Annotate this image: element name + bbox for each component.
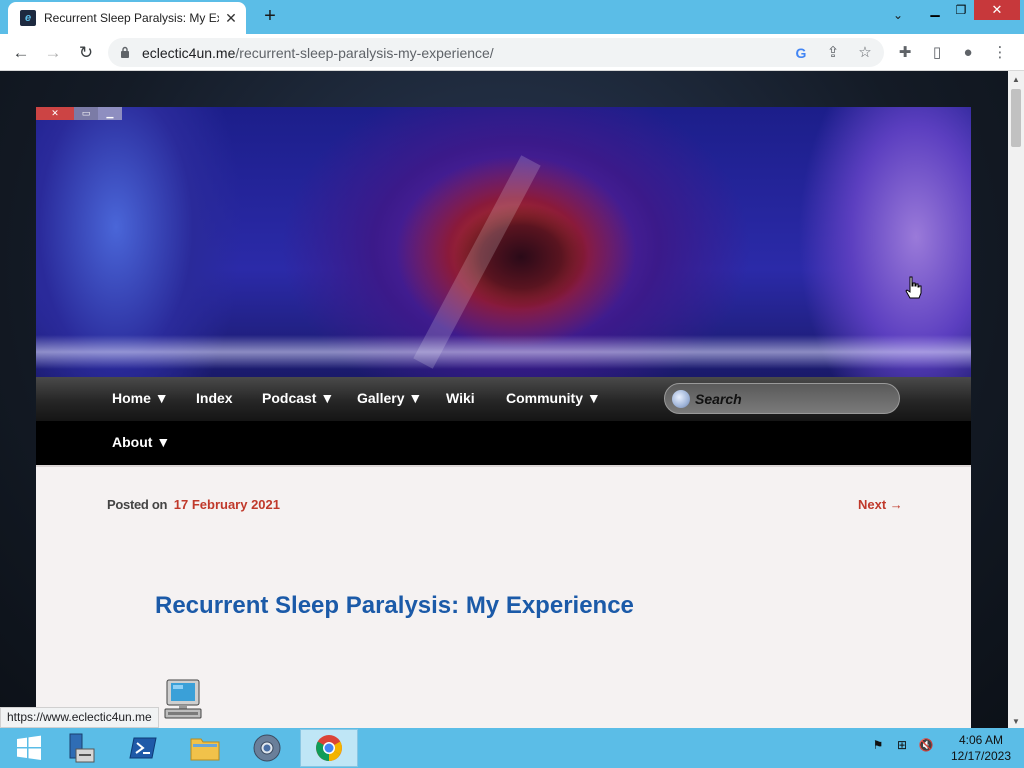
nav-row: Home ▼ Index Podcast ▼ Gallery ▼ Wiki Co… [36, 377, 971, 421]
windows-logo-icon [17, 735, 41, 760]
search-icon [672, 390, 690, 408]
tab-search-chevron-icon[interactable]: ⌄ [888, 8, 908, 26]
taskbar-file-explorer[interactable] [176, 729, 234, 767]
next-post-link[interactable]: Next → [858, 497, 903, 512]
kebab-menu-icon[interactable]: ⋮ [990, 43, 1010, 63]
reload-icon[interactable]: ↻ [75, 42, 97, 64]
address-bar[interactable]: eclectic4un.me/recurrent-sleep-paralysis… [108, 38, 884, 67]
google-lens-icon[interactable]: G [791, 43, 811, 63]
window-close-button[interactable]: ✕ [974, 0, 1020, 20]
volume-muted-icon[interactable]: 🔇 [918, 738, 934, 754]
scroll-down-arrow-icon[interactable]: ▼ [1008, 717, 1024, 726]
post-date-link[interactable]: 17 February 2021 [174, 497, 280, 512]
window-minimize-button[interactable]: ▁ [922, 0, 948, 20]
mouse-hand-cursor-icon [905, 276, 922, 299]
post-title[interactable]: Recurrent Sleep Paralysis: My Experience [155, 592, 634, 620]
decorative-min-icon: ▁ [98, 107, 122, 120]
computer-icon [164, 679, 202, 719]
new-tab-button[interactable]: + [259, 6, 281, 28]
window-restore-button[interactable]: ❐ [948, 0, 974, 20]
nav-item-podcast[interactable]: Podcast ▼ [262, 390, 334, 406]
taskbar-chrome-active[interactable] [300, 729, 358, 767]
header-banner-image: ✕ ▭ ▁ [36, 107, 971, 377]
search-placeholder: Search [695, 391, 742, 407]
banner-glow [36, 335, 971, 369]
bookmark-star-icon[interactable]: ☆ [855, 43, 875, 63]
start-button[interactable] [0, 729, 58, 767]
main-navigation: Home ▼ Index Podcast ▼ Gallery ▼ Wiki Co… [36, 377, 971, 465]
forward-arrow-icon[interactable]: → [42, 42, 64, 64]
site-favicon-icon: e [20, 10, 36, 26]
posted-on-label: Posted on [107, 497, 168, 512]
page-viewport: ✕ ▭ ▁ Home ▼ Index Podcast ▼ Gallery ▼ W… [0, 71, 1008, 728]
nav-item-gallery[interactable]: Gallery ▼ [357, 390, 422, 406]
search-input[interactable]: Search [664, 383, 900, 414]
nav-item-wiki[interactable]: Wiki [446, 390, 475, 406]
tab-close-icon[interactable]: ✕ [223, 10, 239, 27]
nav-item-home[interactable]: Home ▼ [112, 390, 169, 406]
side-panel-icon[interactable]: ▯ [927, 43, 947, 63]
network-icon[interactable]: ⊞ [894, 738, 910, 754]
link-status-bubble: https://www.eclectic4un.me [0, 707, 159, 728]
server-manager-icon [69, 733, 95, 763]
url-text[interactable]: eclectic4un.me/recurrent-sleep-paralysis… [142, 45, 494, 61]
decorative-close-icon: ✕ [36, 107, 74, 120]
lock-icon [121, 46, 129, 58]
decorative-max-icon: ▭ [74, 107, 98, 120]
scrollbar-thumb[interactable] [1011, 89, 1021, 147]
nav-item-index[interactable]: Index [196, 390, 233, 406]
flag-icon[interactable]: ⚑ [870, 738, 886, 754]
scroll-up-arrow-icon[interactable]: ▲ [1008, 75, 1024, 84]
post-content: Posted on 17 February 2021 Next → Recurr… [36, 465, 971, 728]
url-path: /recurrent-sleep-paralysis-my-experience… [235, 45, 494, 61]
site-container: ✕ ▭ ▁ Home ▼ Index Podcast ▼ Gallery ▼ W… [36, 107, 971, 728]
nav-item-community[interactable]: Community ▼ [506, 390, 601, 406]
share-icon[interactable]: ⇪ [823, 43, 843, 63]
back-arrow-icon[interactable]: ← [10, 42, 32, 64]
system-tray: ⚑ ⊞ 🔇 [870, 738, 934, 754]
profile-avatar-icon[interactable]: ● [958, 43, 978, 63]
windows-taskbar: ⚑ ⊞ 🔇 4:06 AM 12/17/2023 [0, 728, 1024, 768]
page-scrollbar[interactable]: ▲ ▼ [1008, 71, 1024, 728]
browser-tab[interactable]: e Recurrent Sleep Paralysis: My Exp ✕ [8, 2, 246, 34]
folder-icon [190, 738, 220, 761]
extensions-puzzle-icon[interactable]: ✚ [895, 43, 915, 63]
chrome-icon [316, 735, 342, 761]
tab-strip: e Recurrent Sleep Paralysis: My Exp ✕ + … [0, 0, 1024, 34]
taskbar-chrome-alt[interactable] [238, 729, 296, 767]
taskbar-server-manager[interactable] [52, 729, 110, 767]
tab-title: Recurrent Sleep Paralysis: My Exp [44, 11, 219, 25]
taskbar-clock[interactable]: 4:06 AM 12/17/2023 [944, 732, 1018, 764]
clock-time: 4:06 AM [958, 733, 1004, 747]
powershell-icon [129, 737, 157, 759]
decorative-window-controls: ✕ ▭ ▁ [36, 107, 122, 120]
nav-item-about[interactable]: About ▼ [112, 434, 170, 450]
browser-toolbar: ← → ↻ eclectic4un.me/recurrent-sleep-par… [0, 34, 1024, 71]
chrome-grey-icon [253, 734, 281, 762]
url-host: eclectic4un.me [142, 45, 236, 61]
post-meta: Posted on 17 February 2021 [107, 497, 280, 512]
taskbar-powershell[interactable] [114, 729, 172, 767]
clock-date: 12/17/2023 [950, 749, 1012, 763]
